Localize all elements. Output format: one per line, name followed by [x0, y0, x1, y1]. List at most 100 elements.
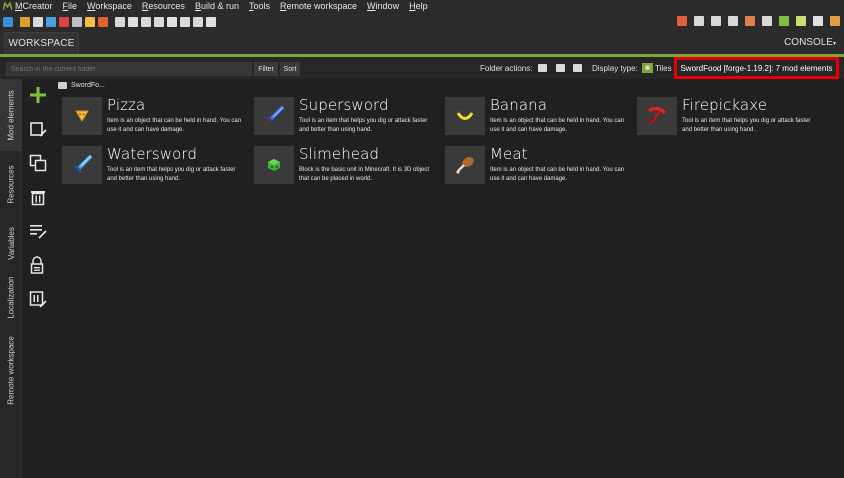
- workspace-info: SwordFood [forge-1.19.2]: 7 mod elements: [674, 57, 839, 79]
- element-name: Banana: [490, 96, 548, 114]
- breadcrumb[interactable]: SwordFo...: [58, 80, 105, 91]
- mod-element-tile[interactable]: Pizza Item is an object that can be held…: [58, 94, 246, 138]
- slime-block-icon: [254, 146, 294, 184]
- element-description: Item is an object that can be held in ha…: [490, 167, 625, 182]
- menu-file[interactable]: File: [63, 1, 78, 11]
- element-tools: [22, 79, 54, 478]
- tab-workspace[interactable]: WORKSPACE: [4, 32, 79, 54]
- filter-button[interactable]: Filter: [254, 62, 278, 76]
- create-texture-icon[interactable]: [33, 16, 43, 27]
- edit-icon: [30, 122, 47, 137]
- banana-icon: [445, 97, 485, 135]
- build-icon[interactable]: [762, 16, 772, 26]
- tiles-view-icon[interactable]: ▦: [642, 63, 653, 73]
- delete-folder-icon[interactable]: [573, 64, 582, 72]
- side-tab-variables[interactable]: Variables: [0, 215, 22, 271]
- element-name: Supersword: [299, 96, 389, 114]
- mod-element-tile[interactable]: Firepickaxe Tool is an item that helps y…: [633, 94, 821, 138]
- pizza-icon: [62, 97, 102, 135]
- plus-icon: [30, 87, 46, 103]
- animation-editor-icon[interactable]: [115, 16, 125, 27]
- mod-element-tile[interactable]: Meat Item is an object that can be held …: [441, 143, 629, 187]
- mod-element-tile[interactable]: Watersword Tool is an item that helps yo…: [58, 143, 246, 187]
- element-description: Block is the basic unit in Minecraft. It…: [299, 167, 430, 182]
- workspace-info-text: SwordFood [forge-1.19.2]: 7 mod elements: [680, 63, 833, 73]
- run-client-icon[interactable]: [779, 16, 789, 26]
- menu-help[interactable]: Help: [409, 1, 428, 11]
- model-editor-icon[interactable]: [128, 16, 138, 27]
- menu-bar: MCreator File Workspace Resources Build …: [0, 0, 844, 12]
- search-input[interactable]: [6, 62, 252, 76]
- menu-resources[interactable]: Resources: [142, 1, 185, 11]
- paint-icon[interactable]: [154, 16, 164, 27]
- tab-console[interactable]: CONSOLE▾: [784, 37, 836, 48]
- element-description: Tool is an item that helps you dig or at…: [299, 118, 428, 133]
- sound-icon[interactable]: [141, 16, 151, 27]
- add-element-button[interactable]: [28, 85, 48, 105]
- side-tab-label: Mod elements: [6, 89, 16, 141]
- import-armor-icon[interactable]: [59, 16, 69, 27]
- list-edit-icon: [30, 225, 47, 239]
- side-tab-label: Resources: [6, 164, 16, 204]
- side-tab-localization[interactable]: Localization: [0, 265, 22, 329]
- block-icon[interactable]: [206, 16, 216, 27]
- folder-icon: [58, 82, 67, 89]
- import-structure-icon[interactable]: [98, 16, 108, 27]
- duplicate-element-button[interactable]: [28, 153, 48, 173]
- music-icon[interactable]: [167, 16, 177, 27]
- new-folder-icon[interactable]: [538, 64, 547, 72]
- export-element-button[interactable]: [28, 221, 48, 241]
- side-tabs: Mod elements Resources Variables Localiz…: [0, 79, 22, 478]
- procedure-icon[interactable]: [193, 16, 203, 27]
- run-server-icon[interactable]: [796, 16, 806, 26]
- element-name: Pizza: [107, 96, 146, 114]
- sword-water-icon: [62, 146, 102, 184]
- sync-icon[interactable]: [728, 16, 738, 26]
- regenerate-code-icon[interactable]: [677, 16, 687, 26]
- menu-mcreator[interactable]: MCreator: [15, 1, 53, 11]
- export-icon[interactable]: [830, 16, 840, 26]
- side-tab-label: Variables: [6, 226, 16, 260]
- workspace-settings-icon[interactable]: [3, 16, 13, 27]
- tag-icon[interactable]: [180, 16, 190, 27]
- side-tab-remote-workspace[interactable]: Remote workspace: [0, 329, 22, 411]
- mod-element-tile[interactable]: Supersword Tool is an item that helps yo…: [250, 94, 438, 138]
- workspace-toolbar: Filter Sort Folder actions: Display type…: [0, 57, 844, 79]
- side-tab-label: Remote workspace: [6, 335, 16, 405]
- menu-tools[interactable]: Tools: [249, 1, 270, 11]
- meat-icon: [445, 146, 485, 184]
- lock-element-button[interactable]: [28, 255, 48, 275]
- stop-icon[interactable]: [813, 16, 823, 26]
- mod-element-tile[interactable]: Banana Item is an object that can be hel…: [441, 94, 629, 138]
- download-icon[interactable]: [694, 16, 704, 26]
- menu-workspace[interactable]: Workspace: [87, 1, 132, 11]
- display-type-value[interactable]: Tiles: [655, 64, 672, 73]
- toolbar: [0, 12, 844, 31]
- sort-button[interactable]: Sort: [280, 62, 300, 76]
- image-editor-icon[interactable]: [20, 16, 30, 27]
- chevron-down-icon: ▾: [832, 41, 836, 47]
- element-name: Watersword: [107, 145, 198, 163]
- rename-folder-icon[interactable]: [556, 64, 565, 72]
- mcreator-logo-icon: [2, 1, 12, 11]
- import-texture-icon[interactable]: [46, 16, 56, 27]
- delete-element-button[interactable]: [28, 187, 48, 207]
- code-element-button[interactable]: [28, 289, 48, 309]
- element-name: Firepickaxe: [682, 96, 768, 114]
- side-tab-resources[interactable]: Resources: [0, 153, 22, 215]
- clear-icon[interactable]: [745, 16, 755, 26]
- folder-actions-label: Folder actions:: [480, 64, 533, 73]
- menu-build-run[interactable]: Build & run: [195, 1, 239, 11]
- element-name: Meat: [490, 145, 528, 163]
- upload-icon[interactable]: [711, 16, 721, 26]
- import-sound-icon[interactable]: [85, 16, 95, 27]
- menu-remote-workspace[interactable]: Remote workspace: [280, 1, 357, 11]
- trash-icon: [31, 191, 45, 206]
- import-model-icon[interactable]: [72, 16, 82, 27]
- mod-element-tile[interactable]: Slimehead Block is the basic unit in Min…: [250, 143, 438, 187]
- element-name: Slimehead: [299, 145, 380, 163]
- menu-window[interactable]: Window: [367, 1, 399, 11]
- side-tab-mod-elements[interactable]: Mod elements: [0, 79, 22, 151]
- edit-element-button[interactable]: [28, 119, 48, 139]
- element-description: Tool is an item that helps you dig or at…: [107, 167, 236, 182]
